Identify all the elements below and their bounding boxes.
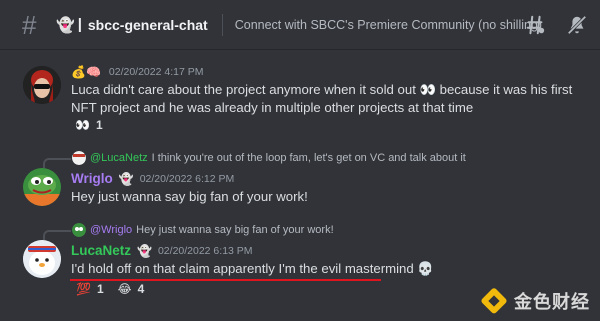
ghost-icon: 👻 <box>137 243 152 258</box>
message-line: Luca didn't care about the project anymo… <box>71 82 573 97</box>
mute-icon[interactable] <box>566 14 588 36</box>
channel-name[interactable]: sbcc-general-chat <box>88 17 208 33</box>
avatar-image <box>23 168 61 206</box>
avatar-image <box>23 240 61 278</box>
reply-mention[interactable]: @Wriglo <box>90 224 132 236</box>
avatar[interactable] <box>23 240 61 278</box>
reply-connector <box>43 158 71 168</box>
channel-emoji: 👻 <box>56 16 75 34</box>
reply-mention[interactable]: @LucaNetz <box>90 152 148 164</box>
channel-topic[interactable]: Connect with SBCC's Premiere Community (… <box>235 18 542 32</box>
reaction-100[interactable]: 💯 1 <box>76 282 104 296</box>
header-toolbar <box>524 14 588 36</box>
joy-icon: 😂 <box>117 282 132 296</box>
reply-text: Hey just wanna say big fan of your work! <box>136 224 334 236</box>
timestamp[interactable]: 02/20/2022 4:17 PM <box>109 66 204 78</box>
jinse-logo-icon <box>481 288 507 314</box>
message-text: I'd hold off on that claim apparently I'… <box>71 261 434 276</box>
message-line: NFT project and he was already in multip… <box>71 100 474 115</box>
reaction-eyes[interactable]: 👀 1 <box>75 118 103 132</box>
channel-header: # 👻 | sbcc-general-chat Connect with SBC… <box>0 0 600 50</box>
avatar[interactable] <box>23 66 61 104</box>
reply-avatar <box>72 151 86 165</box>
reply-avatar <box>72 223 86 237</box>
watermark: 金色财经 <box>480 287 590 315</box>
reaction-joy[interactable]: 😂 4 <box>118 282 145 296</box>
message-2: @LucaNetz I think you're out of the loop… <box>0 150 600 212</box>
reaction-count: 1 <box>96 282 104 296</box>
ghost-icon: 👻 <box>118 171 134 186</box>
watermark-text: 金色财经 <box>514 292 590 312</box>
channel-hash-icon: # <box>22 9 37 40</box>
author-name[interactable]: Wriglo <box>71 171 113 186</box>
avatar[interactable] <box>23 168 61 206</box>
eyes-icon: 👀 <box>75 118 90 132</box>
reply-connector <box>43 230 71 240</box>
hundred-icon: 💯 <box>76 282 91 296</box>
author-badges: 💰🧠 <box>71 65 101 79</box>
reply-preview[interactable]: @LucaNetz I think you're out of the loop… <box>72 151 466 165</box>
header-divider <box>221 13 223 36</box>
author-name[interactable]: LucaNetz <box>71 243 131 258</box>
message-1: 💰🧠 02/20/2022 4:17 PM Luca didn't care a… <box>0 62 600 142</box>
timestamp[interactable]: 02/20/2022 6:13 PM <box>158 245 253 257</box>
channel-bar: | <box>77 16 82 33</box>
reply-text: I think you're out of the loop fam, let'… <box>151 152 466 164</box>
avatar-image <box>23 66 61 104</box>
reaction-count: 4 <box>137 282 145 296</box>
threads-icon[interactable] <box>524 14 546 36</box>
reactions: 💯 1 😂 4 <box>76 282 144 296</box>
timestamp[interactable]: 02/20/2022 6:12 PM <box>140 173 235 185</box>
message-text: Hey just wanna say big fan of your work! <box>71 189 308 204</box>
reply-preview[interactable]: @Wriglo Hey just wanna say big fan of yo… <box>72 223 334 237</box>
highlight-underline <box>70 279 381 281</box>
reaction-count: 1 <box>95 118 103 132</box>
